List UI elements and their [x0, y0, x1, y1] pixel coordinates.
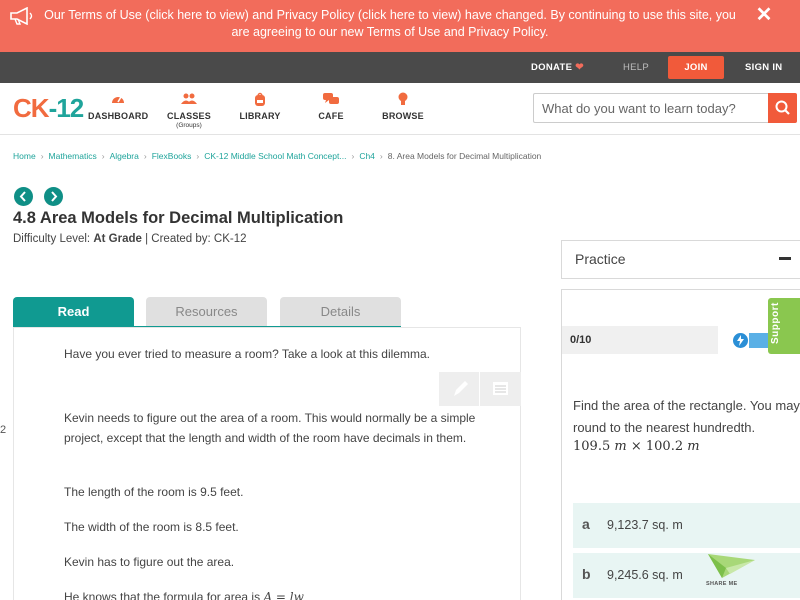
boost-icon[interactable]: [733, 333, 748, 348]
main-navbar: CK-12 DASHBOARD CLASSES (Groups) LIBRARY…: [0, 83, 800, 135]
nav-library[interactable]: LIBRARY: [236, 92, 284, 121]
content-paragraph: He knows that the formula for area is A …: [64, 588, 484, 600]
annotate-button[interactable]: [439, 372, 480, 406]
tab-details[interactable]: Details: [280, 297, 401, 327]
nav-dashboard[interactable]: DASHBOARD: [88, 92, 148, 121]
breadcrumb-separator: ›: [143, 151, 147, 161]
practice-header[interactable]: Practice: [561, 240, 800, 279]
practice-label: Practice: [575, 251, 626, 267]
answer-text: 9,245.6 sq. m: [607, 568, 683, 582]
utility-bar: DONATE ❤ HELP JOIN SIGN IN: [0, 52, 800, 83]
breadcrumb-separator: ›: [101, 151, 105, 161]
search-input[interactable]: [533, 93, 769, 123]
breadcrumb-separator: ›: [40, 151, 44, 161]
chevron-right-icon: [51, 191, 58, 202]
dashboard-icon: [112, 96, 124, 103]
tab-resources[interactable]: Resources: [146, 297, 267, 327]
search-button[interactable]: [768, 93, 797, 123]
nav-cafe[interactable]: CAFE: [312, 92, 350, 121]
notes-icon: [493, 382, 508, 395]
content-paragraph: The length of the room is 9.5 feet.: [64, 485, 244, 499]
sign-in-link[interactable]: SIGN IN: [745, 52, 782, 83]
edge-glyph: 2: [0, 424, 7, 436]
donate-link[interactable]: DONATE ❤: [531, 52, 584, 83]
boost-bar: [749, 333, 769, 348]
lightbulb-icon: [398, 92, 408, 105]
breadcrumb-book[interactable]: CK-12 Middle School Math Concept...: [204, 151, 346, 161]
content-paragraph: Kevin needs to figure out the area of a …: [64, 411, 476, 445]
nav-classes[interactable]: CLASSES (Groups): [163, 92, 215, 129]
breadcrumb-algebra[interactable]: Algebra: [110, 151, 139, 161]
chat-icon: [323, 93, 339, 104]
collapse-icon[interactable]: [779, 257, 791, 260]
previous-button[interactable]: [14, 187, 33, 206]
share-me-label[interactable]: SHARE ME: [706, 581, 737, 587]
next-button[interactable]: [44, 187, 63, 206]
ck12-logo[interactable]: CK-12: [13, 94, 84, 122]
notes-button[interactable]: [480, 372, 521, 406]
question-expression: 109.5 m × 100.2 m: [573, 439, 700, 454]
breadcrumb-chapter[interactable]: Ch4: [359, 151, 375, 161]
tab-read[interactable]: Read: [13, 297, 134, 327]
answer-option-a[interactable]: a 9,123.7 sq. m: [573, 503, 800, 548]
page-title: 4.8 Area Models for Decimal Multiplicati…: [13, 209, 344, 227]
breadcrumb-separator: ›: [379, 151, 383, 161]
heart-icon: ❤: [575, 62, 584, 73]
backpack-icon: [255, 92, 265, 106]
nav-browse[interactable]: BROWSE: [380, 92, 426, 121]
answer-letter: a: [582, 516, 590, 532]
answer-option-b[interactable]: b 9,245.6 sq. m: [573, 553, 800, 598]
terms-link[interactable]: here: [177, 8, 202, 22]
answer-letter: b: [582, 566, 591, 582]
terms-banner: Our Terms of Use (click here to view) an…: [0, 0, 800, 52]
privacy-link[interactable]: here: [390, 8, 415, 22]
chevron-left-icon: [19, 191, 26, 202]
banner-message: Our Terms of Use (click here to view) an…: [44, 8, 736, 39]
close-icon[interactable]: ✕: [754, 5, 774, 25]
content-paragraph: Kevin has to figure out the area.: [64, 555, 235, 569]
content-toolbar: [439, 372, 521, 406]
megaphone-icon: [10, 7, 33, 25]
breadcrumb: Home › Mathematics › Algebra › FlexBooks › CK-12…: [13, 151, 541, 161]
area-formula: A = lw: [263, 590, 304, 600]
practice-question: Find the area of the rectangle. You may …: [573, 398, 800, 435]
search-icon: [775, 100, 790, 115]
content-paragraph: The width of the room is 8.5 feet.: [64, 520, 239, 534]
practice-score: 0/10: [570, 334, 592, 346]
support-label[interactable]: Support: [770, 302, 781, 344]
difficulty-info: Difficulty Level: At Grade | Created by:…: [13, 233, 247, 245]
answer-text: 9,123.7 sq. m: [607, 518, 683, 532]
users-icon: [181, 93, 197, 104]
join-button[interactable]: JOIN: [668, 56, 724, 79]
breadcrumb-mathematics[interactable]: Mathematics: [49, 151, 97, 161]
help-link[interactable]: HELP: [623, 52, 649, 83]
breadcrumb-current: 8. Area Models for Decimal Multiplicatio…: [387, 151, 542, 161]
breadcrumb-flexbooks[interactable]: FlexBooks: [152, 151, 192, 161]
content-paragraph: Have you ever tried to measure a room? T…: [64, 347, 430, 361]
breadcrumb-home[interactable]: Home: [13, 151, 36, 161]
pencil-icon: [454, 381, 468, 396]
breadcrumb-separator: ›: [351, 151, 355, 161]
breadcrumb-separator: ›: [196, 151, 200, 161]
